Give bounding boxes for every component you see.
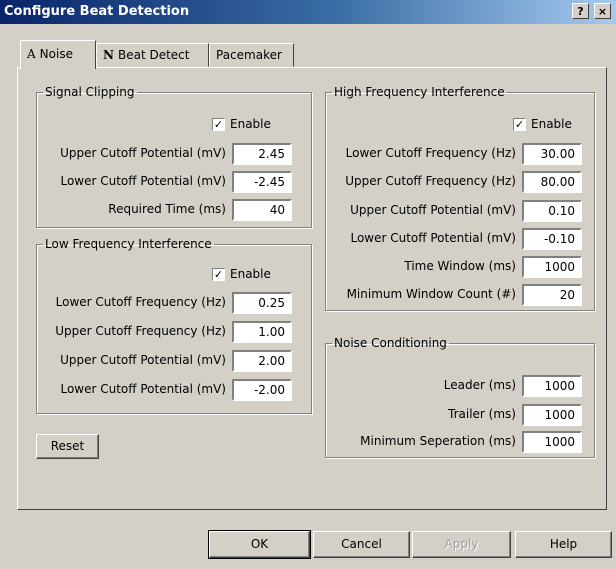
signal-clipping-required-time-input[interactable]: 40 xyxy=(232,199,292,221)
tab-noise-label: Noise xyxy=(39,47,73,61)
field-label: Upper Cutoff Potential (mV) xyxy=(60,146,226,160)
field-label: Upper Cutoff Potential (mV) xyxy=(350,203,516,217)
checkbox-checkmark-icon: ✓ xyxy=(212,267,225,281)
high-frequency-title: High Frequency Interference xyxy=(334,85,505,99)
noise-conditioning-title: Noise Conditioning xyxy=(334,336,447,350)
signal-clipping-lower-cutoff-input[interactable]: -2.45 xyxy=(232,171,292,193)
low-frequency-lower-cutoff-freq-input[interactable]: 0.25 xyxy=(232,292,292,314)
high-frequency-lower-cutoff-potential-row: Lower Cutoff Potential (mV) -0.10 xyxy=(334,228,582,250)
noise-tab-panel: Signal Clipping ✓ Enable Upper Cutoff Po… xyxy=(17,67,607,510)
field-label: Minimum Window Count (#) xyxy=(346,287,516,301)
high-frequency-lower-cutoff-freq-input[interactable]: 30.00 xyxy=(522,143,582,165)
signal-clipping-lower-cutoff-row: Lower Cutoff Potential (mV) -2.45 xyxy=(47,171,292,193)
high-frequency-lower-cutoff-freq-row: Lower Cutoff Frequency (Hz) 30.00 xyxy=(334,143,582,165)
field-label: Upper Cutoff Frequency (Hz) xyxy=(345,174,516,188)
tab-pacemaker-label: Pacemaker xyxy=(216,48,282,62)
help-button[interactable]: Help xyxy=(515,531,612,558)
noise-conditioning-group: Noise Conditioning Leader (ms) 1000 Trai… xyxy=(325,336,595,458)
ok-button[interactable]: OK xyxy=(208,530,311,559)
high-frequency-enable-label: Enable xyxy=(531,117,572,131)
high-frequency-time-window-row: Time Window (ms) 1000 xyxy=(334,256,582,278)
field-label: Lower Cutoff Frequency (Hz) xyxy=(55,295,226,309)
low-frequency-upper-cutoff-potential-input[interactable]: 2.00 xyxy=(232,350,292,372)
noise-conditioning-leader-row: Leader (ms) 1000 xyxy=(334,375,582,397)
high-frequency-min-window-count-row: Minimum Window Count (#) 20 xyxy=(334,284,582,306)
low-frequency-title: Low Frequency Interference xyxy=(45,237,212,251)
field-label: Lower Cutoff Frequency (Hz) xyxy=(345,146,516,160)
signal-clipping-required-time-row: Required Time (ms) 40 xyxy=(47,199,292,221)
title-bar: Configure Beat Detection ? × xyxy=(0,0,616,24)
checkbox-checkmark-icon: ✓ xyxy=(513,117,526,131)
high-frequency-enable-checkbox[interactable]: ✓ Enable xyxy=(513,117,572,131)
apply-button[interactable]: Apply xyxy=(412,531,511,558)
high-frequency-lower-cutoff-potential-input[interactable]: -0.10 xyxy=(522,228,582,250)
signal-clipping-group: Signal Clipping ✓ Enable Upper Cutoff Po… xyxy=(36,85,312,228)
noise-tab-icon: A xyxy=(27,47,36,61)
signal-clipping-upper-cutoff-row: Upper Cutoff Potential (mV) 2.45 xyxy=(47,143,292,165)
low-frequency-upper-cutoff-potential-row: Upper Cutoff Potential (mV) 2.00 xyxy=(47,350,292,372)
field-label: Lower Cutoff Potential (mV) xyxy=(60,382,226,396)
field-label: Required Time (ms) xyxy=(108,202,226,216)
reset-button[interactable]: Reset xyxy=(36,434,99,459)
high-frequency-min-window-count-input[interactable]: 20 xyxy=(522,284,582,306)
low-frequency-enable-checkbox[interactable]: ✓ Enable xyxy=(212,267,271,281)
checkbox-checkmark-icon: ✓ xyxy=(212,117,225,131)
signal-clipping-enable-label: Enable xyxy=(230,117,271,131)
noise-conditioning-leader-input[interactable]: 1000 xyxy=(522,375,582,397)
low-frequency-lower-cutoff-freq-row: Lower Cutoff Frequency (Hz) 0.25 xyxy=(47,292,292,314)
high-frequency-time-window-input[interactable]: 1000 xyxy=(522,256,582,278)
low-frequency-lower-cutoff-potential-input[interactable]: -2.00 xyxy=(232,379,292,401)
tab-noise[interactable]: A Noise xyxy=(20,40,96,69)
field-label: Lower Cutoff Potential (mV) xyxy=(350,231,516,245)
low-frequency-upper-cutoff-freq-input[interactable]: 1.00 xyxy=(232,321,292,343)
tab-pacemaker[interactable]: Pacemaker xyxy=(209,43,294,67)
field-label: Leader (ms) xyxy=(443,378,516,392)
high-frequency-upper-cutoff-freq-input[interactable]: 80.00 xyxy=(522,171,582,193)
noise-conditioning-min-separation-row: Minimum Seperation (ms) 1000 xyxy=(334,431,582,453)
high-frequency-upper-cutoff-freq-row: Upper Cutoff Frequency (Hz) 80.00 xyxy=(334,171,582,193)
low-frequency-upper-cutoff-freq-row: Upper Cutoff Frequency (Hz) 1.00 xyxy=(47,321,292,343)
close-icon[interactable]: × xyxy=(594,3,611,19)
noise-conditioning-trailer-input[interactable]: 1000 xyxy=(522,404,582,426)
help-icon[interactable]: ? xyxy=(572,3,589,19)
high-frequency-upper-cutoff-potential-input[interactable]: 0.10 xyxy=(522,200,582,222)
window-title: Configure Beat Detection xyxy=(4,4,190,19)
field-label: Upper Cutoff Potential (mV) xyxy=(60,353,226,367)
field-label: Lower Cutoff Potential (mV) xyxy=(60,174,226,188)
noise-conditioning-trailer-row: Trailer (ms) 1000 xyxy=(334,404,582,426)
cancel-button[interactable]: Cancel xyxy=(313,531,410,558)
high-frequency-group: High Frequency Interference ✓ Enable Low… xyxy=(325,85,595,311)
tab-beat-detect-label: Beat Detect xyxy=(117,48,190,62)
signal-clipping-upper-cutoff-input[interactable]: 2.45 xyxy=(232,143,292,165)
high-frequency-upper-cutoff-potential-row: Upper Cutoff Potential (mV) 0.10 xyxy=(334,200,582,222)
field-label: Trailer (ms) xyxy=(448,407,516,421)
tab-beat-detect[interactable]: N Beat Detect xyxy=(96,43,209,67)
signal-clipping-title: Signal Clipping xyxy=(45,85,135,99)
low-frequency-enable-label: Enable xyxy=(230,267,271,281)
field-label: Time Window (ms) xyxy=(404,259,516,273)
signal-clipping-enable-checkbox[interactable]: ✓ Enable xyxy=(212,117,271,131)
field-label: Minimum Seperation (ms) xyxy=(360,434,516,448)
low-frequency-group: Low Frequency Interference ✓ Enable Lowe… xyxy=(36,237,312,414)
beat-detect-tab-icon: N xyxy=(103,48,114,62)
low-frequency-lower-cutoff-potential-row: Lower Cutoff Potential (mV) -2.00 xyxy=(47,379,292,401)
noise-conditioning-min-separation-input[interactable]: 1000 xyxy=(522,431,582,453)
field-label: Upper Cutoff Frequency (Hz) xyxy=(55,324,226,338)
